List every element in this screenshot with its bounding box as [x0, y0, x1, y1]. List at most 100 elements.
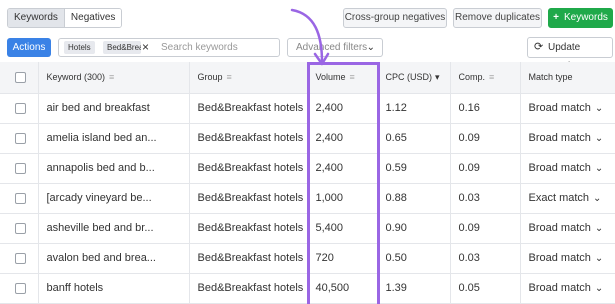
- table-row[interactable]: amelia island bed an... Bed&Breakfast hot…: [0, 123, 615, 154]
- match-type-label: Broad match: [528, 282, 591, 294]
- chevron-down-icon: ⌄: [594, 223, 604, 234]
- filter-chip-bedbreakfast: Bed&Breakfast: [103, 41, 141, 54]
- add-keywords-button[interactable]: + Keywords: [548, 8, 613, 28]
- cpc-cell: 1.12: [376, 93, 450, 124]
- volume-cell: 2,400: [306, 153, 377, 184]
- table-row[interactable]: air bed and breakfast Bed&Breakfast hotel…: [0, 93, 615, 124]
- keyword-cell[interactable]: avalon bed and brea...: [37, 243, 189, 274]
- add-keywords-label: Keywords: [563, 12, 608, 23]
- row-select-cell: [0, 93, 38, 124]
- row-checkbox[interactable]: [15, 162, 26, 174]
- group-cell[interactable]: Bed&Breakfast hotels: [188, 153, 307, 184]
- column-label-cpc: CPC (USD): [385, 71, 433, 82]
- table-row[interactable]: banff hotels Bed&Breakfast hotels 40,500 1.…: [0, 273, 615, 304]
- keyword-cell[interactable]: air bed and breakfast: [37, 93, 189, 124]
- match-type-label: Broad match: [528, 132, 591, 144]
- row-select-cell: [0, 273, 38, 304]
- tab-keywords[interactable]: Keywords: [8, 9, 64, 27]
- volume-cell: 1,000: [306, 183, 377, 214]
- keyword-cell[interactable]: banff hotels: [37, 273, 189, 304]
- column-header-keyword[interactable]: Keyword (300) ≡: [37, 62, 189, 94]
- volume-cell: 2,400: [306, 123, 377, 154]
- select-all-checkbox[interactable]: [15, 71, 26, 83]
- match-type-label: Broad match: [528, 102, 591, 114]
- column-header-match-type[interactable]: Match type: [519, 62, 615, 94]
- cross-group-negatives-button[interactable]: Cross-group negatives: [343, 8, 447, 28]
- keyword-cell[interactable]: amelia island bed an...: [37, 123, 189, 154]
- chevron-down-icon: ⌄: [594, 133, 604, 144]
- table-row[interactable]: asheville bed and br... Bed&Breakfast hot…: [0, 213, 615, 244]
- keyword-cell[interactable]: annapolis bed and b...: [37, 153, 189, 184]
- volume-cell: 2,400: [306, 93, 377, 124]
- row-checkbox[interactable]: [15, 102, 26, 114]
- group-cell[interactable]: Bed&Breakfast hotels: [188, 183, 307, 214]
- column-header-group[interactable]: Group ≡: [188, 62, 307, 94]
- chevron-down-icon: ⌄: [594, 103, 604, 114]
- cpc-cell: 0.59: [376, 153, 450, 184]
- cpc-cell: 0.90: [376, 213, 450, 244]
- match-type-label: Broad match: [528, 162, 591, 174]
- tab-negatives[interactable]: Negatives: [63, 9, 122, 27]
- group-cell[interactable]: Bed&Breakfast hotels: [188, 213, 307, 244]
- match-type-cell[interactable]: Broad match ⌄: [519, 213, 615, 244]
- row-checkbox[interactable]: [15, 132, 26, 144]
- cpc-cell: 1.39: [376, 273, 450, 304]
- search-input[interactable]: Hotels Bed&Breakfast × Search keywords: [58, 38, 280, 57]
- update-metrics-button[interactable]: ⟳ Update metrics: [527, 37, 613, 72]
- chevron-down-icon: ⌄: [594, 163, 604, 174]
- volume-cell: 720: [306, 243, 377, 274]
- row-select-cell: [0, 213, 38, 244]
- search-placeholder: Search keywords: [161, 42, 238, 53]
- table-row[interactable]: annapolis bed and b... Bed&Breakfast hote…: [0, 153, 615, 184]
- volume-cell: 5,400: [306, 213, 377, 244]
- top-toolbar: Keywords Negatives Cross-group negatives…: [0, 0, 615, 36]
- row-select-cell: [0, 243, 38, 274]
- column-header-cpc[interactable]: CPC (USD) ▾: [376, 62, 450, 94]
- chevron-down-icon: ⌄: [593, 193, 602, 204]
- chevron-down-icon: ⌄: [366, 42, 375, 53]
- close-icon[interactable]: ×: [142, 40, 149, 54]
- chevron-down-icon: ⌄: [594, 253, 604, 264]
- column-label-match-type: Match type: [528, 72, 573, 83]
- table-row[interactable]: [arcady vineyard be... Bed&Breakfast hote…: [0, 183, 615, 214]
- actions-button[interactable]: Actions: [7, 38, 51, 57]
- match-type-cell[interactable]: Broad match ⌄: [519, 243, 615, 274]
- match-type-cell[interactable]: Exact match ⌄: [519, 183, 615, 214]
- view-toggle: Keywords Negatives: [7, 8, 123, 28]
- sort-icon: ≡: [226, 72, 232, 83]
- comp-cell: 0.03: [449, 183, 520, 214]
- remove-duplicates-button[interactable]: Remove duplicates: [453, 8, 542, 28]
- column-header-volume[interactable]: Volume ≡: [306, 62, 377, 94]
- row-checkbox[interactable]: [15, 192, 26, 204]
- row-checkbox[interactable]: [15, 282, 26, 294]
- row-checkbox[interactable]: [15, 252, 26, 264]
- cpc-cell: 0.50: [376, 243, 450, 274]
- advanced-filters-dropdown[interactable]: Advanced filters ⌄: [287, 38, 383, 57]
- volume-cell: 40,500: [306, 273, 377, 304]
- comp-cell: 0.16: [449, 93, 520, 124]
- sort-icon: ≡: [349, 72, 355, 83]
- match-type-label: Broad match: [528, 222, 591, 234]
- row-checkbox[interactable]: [15, 222, 26, 234]
- group-cell[interactable]: Bed&Breakfast hotels: [188, 273, 307, 304]
- sort-icon: ≡: [489, 72, 495, 83]
- group-cell[interactable]: Bed&Breakfast hotels: [188, 123, 307, 154]
- group-cell[interactable]: Bed&Breakfast hotels: [188, 243, 307, 274]
- cpc-cell: 0.65: [376, 123, 450, 154]
- column-label-volume: Volume: [315, 72, 346, 83]
- column-header-comp[interactable]: Comp. ≡: [449, 62, 520, 94]
- group-cell[interactable]: Bed&Breakfast hotels: [188, 93, 307, 124]
- table-row[interactable]: avalon bed and brea... Bed&Breakfast hote…: [0, 243, 615, 274]
- comp-cell: 0.03: [449, 243, 520, 274]
- match-type-cell[interactable]: Broad match ⌄: [519, 273, 615, 304]
- comp-cell: 0.09: [449, 213, 520, 244]
- plus-icon: +: [553, 12, 559, 23]
- comp-cell: 0.09: [449, 123, 520, 154]
- keyword-cell[interactable]: [arcady vineyard be...: [37, 183, 189, 214]
- match-type-cell[interactable]: Broad match ⌄: [519, 123, 615, 154]
- keyword-cell[interactable]: asheville bed and br...: [37, 213, 189, 244]
- match-type-cell[interactable]: Broad match ⌄: [519, 153, 615, 184]
- comp-cell: 0.09: [449, 153, 520, 184]
- match-type-label: Broad match: [528, 252, 591, 264]
- match-type-cell[interactable]: Broad match ⌄: [519, 93, 615, 124]
